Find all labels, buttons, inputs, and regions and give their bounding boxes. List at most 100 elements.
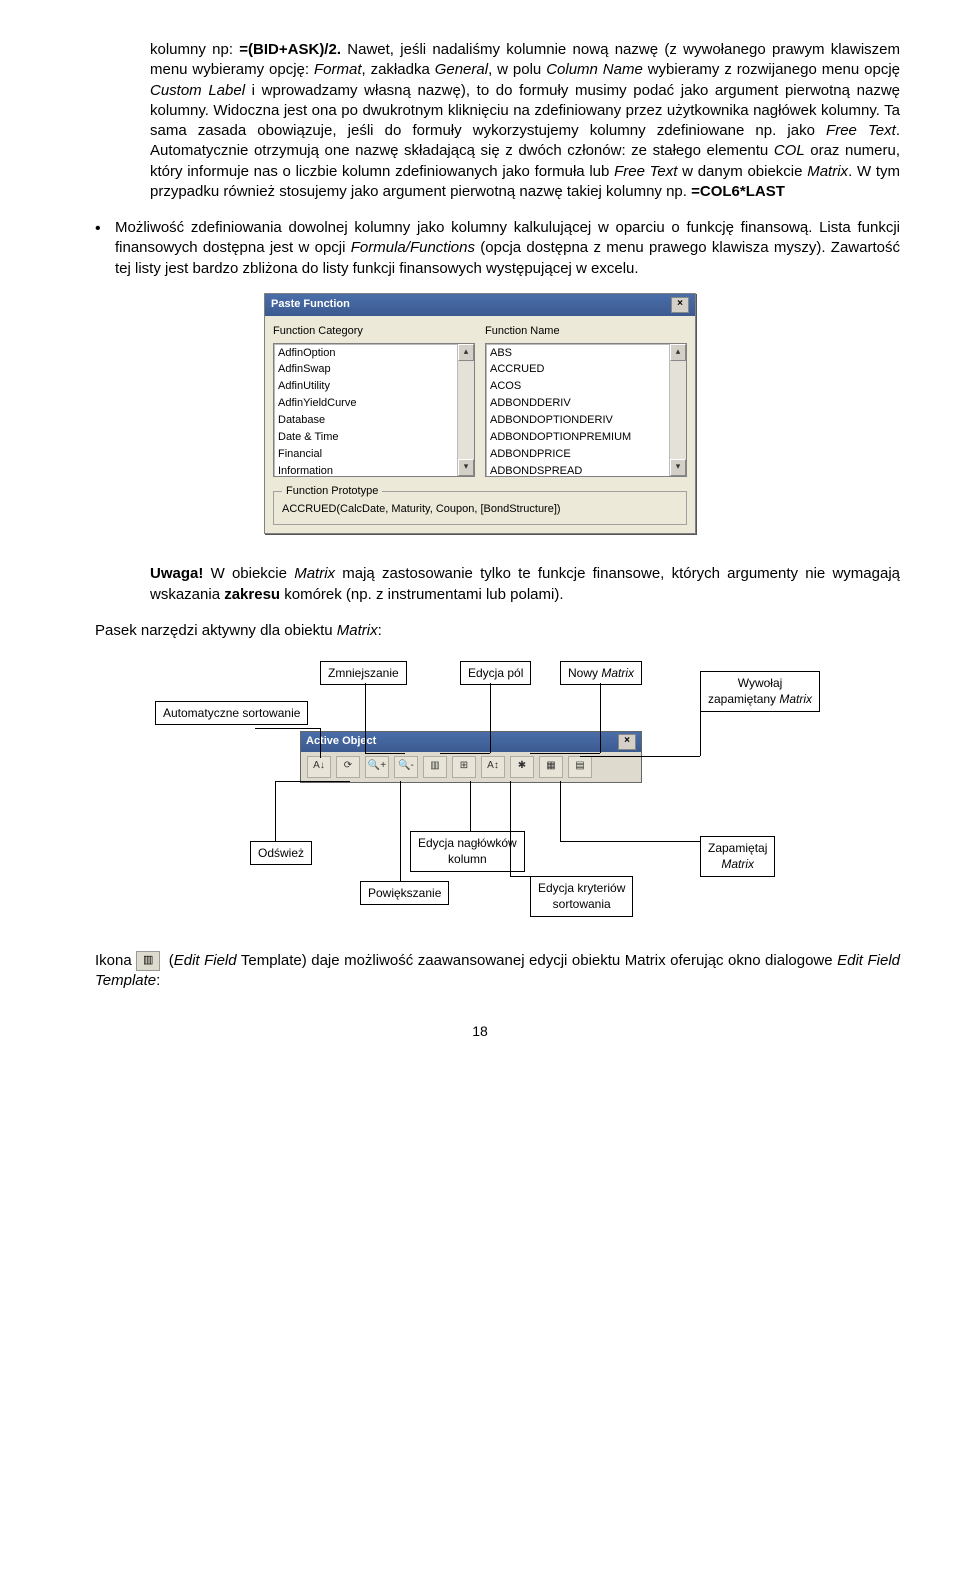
- active-object-toolbar[interactable]: Active Object × A↓ ⟳ 🔍+ 🔍- ▥ ⊞ A↕ ✱ ▦ ▤: [300, 731, 642, 783]
- text-italic: Column Name: [546, 61, 643, 78]
- list-item[interactable]: ADBONDOPTIONDERIV: [486, 412, 686, 429]
- connector-line: [530, 753, 600, 754]
- connector-line: [600, 683, 601, 753]
- text-bold: Uwaga!: [150, 565, 203, 582]
- list-item[interactable]: ACCRUED: [486, 361, 686, 378]
- callout-edycja-naglowkow: Edycja nagłówków kolumn: [410, 831, 525, 871]
- new-matrix-icon[interactable]: ✱: [510, 756, 534, 778]
- close-icon[interactable]: ×: [671, 297, 689, 313]
- text-italic: Custom Label: [150, 82, 245, 99]
- list-item[interactable]: ADBONDOPTIONPREMIUM: [486, 429, 686, 446]
- text: wybieramy z rozwijanego menu opcję: [643, 61, 900, 78]
- text: kolumn: [448, 852, 487, 866]
- text: kolumny np:: [150, 41, 239, 58]
- text-italic: General: [435, 61, 488, 78]
- paragraph-uwaga: Uwaga! W obiekcie Matrix mają zastosowan…: [150, 564, 900, 605]
- function-name-listbox[interactable]: ABS ACCRUED ACOS ADBONDDERIV ADBONDOPTIO…: [485, 343, 687, 477]
- text-italic: Format: [314, 61, 362, 78]
- text-bold: =COL6*LAST: [691, 183, 785, 200]
- list-item[interactable]: ABS: [486, 345, 686, 362]
- connector-line: [440, 753, 490, 754]
- function-prototype-value: ACCRUED(CalcDate, Maturity, Coupon, [Bon…: [282, 502, 678, 517]
- function-prototype-label: Function Prototype: [282, 484, 382, 499]
- dialog-titlebar[interactable]: Paste Function ×: [265, 294, 695, 316]
- text-italic: Matrix: [807, 163, 848, 180]
- text: Zapamiętaj: [708, 841, 767, 855]
- refresh-icon[interactable]: ⟳: [336, 756, 360, 778]
- text-italic: Matrix: [601, 666, 634, 680]
- scroll-up-icon[interactable]: ▴: [458, 344, 474, 361]
- callout-wywolaj: Wywołaj zapamiętany Matrix: [700, 671, 820, 711]
- callout-edycja-pol: Edycja pól: [460, 661, 531, 685]
- connector-line: [560, 781, 561, 841]
- list-item[interactable]: Information: [274, 463, 474, 477]
- text: , w polu: [488, 61, 546, 78]
- text: zapamiętany: [708, 692, 779, 706]
- text-italic: Matrix: [721, 857, 754, 871]
- sort-criteria-icon[interactable]: A↕: [481, 756, 505, 778]
- list-item[interactable]: AdfinYieldCurve: [274, 395, 474, 412]
- auto-sort-icon[interactable]: A↓: [307, 756, 331, 778]
- list-item[interactable]: ADBONDSPREAD: [486, 463, 686, 477]
- text-italic: Matrix: [779, 692, 812, 706]
- list-item[interactable]: Financial: [274, 446, 474, 463]
- save-matrix-icon[interactable]: ▦: [539, 756, 563, 778]
- text: Nowy: [568, 666, 601, 680]
- text: :: [378, 622, 382, 639]
- text: w danym obiekcie: [677, 163, 807, 180]
- connector-line: [400, 781, 401, 881]
- list-item[interactable]: ADBONDDERIV: [486, 395, 686, 412]
- text-italic: Matrix: [337, 622, 378, 639]
- text-italic: Formula/Functions: [351, 239, 475, 256]
- callout-nowy-matrix: Nowy Matrix: [560, 661, 642, 685]
- scroll-down-icon[interactable]: ▾: [458, 459, 474, 476]
- zoom-out-icon[interactable]: 🔍-: [394, 756, 418, 778]
- text-italic: Free Text: [826, 122, 896, 139]
- text-italic: Matrix: [294, 565, 335, 582]
- scroll-down-icon[interactable]: ▾: [670, 459, 686, 476]
- paragraph-ikona: Ikona ▥ (Edit Field Template) daje możli…: [95, 951, 900, 992]
- text: Ikona: [95, 952, 136, 969]
- connector-line: [275, 781, 350, 782]
- load-matrix-icon[interactable]: ▤: [568, 756, 592, 778]
- scroll-up-icon[interactable]: ▴: [670, 344, 686, 361]
- text: W obiekcie: [203, 565, 294, 582]
- scrollbar[interactable]: ▴ ▾: [457, 344, 474, 476]
- text: , zakładka: [362, 61, 435, 78]
- edit-columns-icon[interactable]: ⊞: [452, 756, 476, 778]
- function-name-label: Function Name: [485, 324, 687, 339]
- list-item[interactable]: AdfinOption: [274, 345, 474, 362]
- text: Pasek narzędzi aktywny dla obiektu: [95, 622, 337, 639]
- list-item[interactable]: ACOS: [486, 378, 686, 395]
- connector-line: [320, 728, 321, 758]
- list-item[interactable]: AdfinSwap: [274, 361, 474, 378]
- callout-odswiez: Odśwież: [250, 841, 312, 865]
- paste-function-dialog: Paste Function × Function Category Adfin…: [264, 293, 696, 535]
- close-icon[interactable]: ×: [618, 734, 636, 750]
- toolbar-titlebar[interactable]: Active Object ×: [301, 732, 641, 752]
- connector-line: [700, 706, 701, 756]
- text-bold: zakresu: [224, 586, 280, 603]
- connector-line: [510, 876, 530, 877]
- text: Wywołaj: [738, 676, 783, 690]
- toolbar-diagram: Zmniejszanie Edycja pól Nowy Matrix Wywo…: [60, 661, 900, 921]
- list-item[interactable]: ADBONDPRICE: [486, 446, 686, 463]
- zoom-in-icon[interactable]: 🔍+: [365, 756, 389, 778]
- list-item[interactable]: AdfinUtility: [274, 378, 474, 395]
- connector-line: [560, 841, 700, 842]
- edit-field-template-icon: ▥: [136, 951, 160, 971]
- callout-edycja-kryteriow: Edycja kryteriów sortowania: [530, 876, 633, 916]
- list-item[interactable]: Database: [274, 412, 474, 429]
- text: Automatyczne sortowanie: [163, 706, 300, 720]
- text: (: [164, 952, 174, 969]
- scrollbar[interactable]: ▴ ▾: [669, 344, 686, 476]
- connector-line: [510, 781, 511, 876]
- edit-field-icon[interactable]: ▥: [423, 756, 447, 778]
- paragraph-1: kolumny np: =(BID+ASK)/2. Nawet, jeśli n…: [150, 40, 900, 202]
- connector-line: [275, 781, 276, 841]
- function-category-listbox[interactable]: AdfinOption AdfinSwap AdfinUtility Adfin…: [273, 343, 475, 477]
- text: Edycja nagłówków: [418, 836, 517, 850]
- list-item[interactable]: Date & Time: [274, 429, 474, 446]
- connector-line: [365, 753, 405, 754]
- function-category-label: Function Category: [273, 324, 475, 339]
